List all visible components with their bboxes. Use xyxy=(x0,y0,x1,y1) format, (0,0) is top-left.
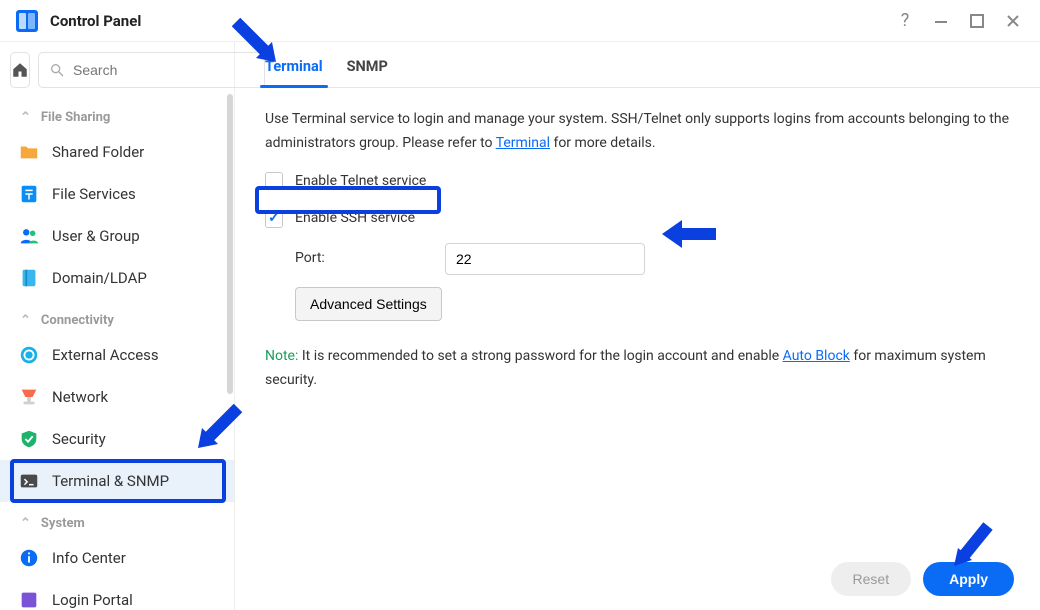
description-text: Use Terminal service to login and manage… xyxy=(265,108,1010,156)
sidebar-item-user-group[interactable]: User & Group xyxy=(0,215,234,257)
chevron-up-icon: ⌃ xyxy=(20,516,31,531)
close-button[interactable] xyxy=(1000,8,1026,34)
tabs: Terminal SNMP xyxy=(235,42,1040,88)
scrollbar-thumb[interactable] xyxy=(227,94,233,394)
group-header-system[interactable]: ⌃ System xyxy=(0,502,234,537)
sidebar-item-label: Login Portal xyxy=(52,591,133,609)
folder-icon xyxy=(16,139,42,165)
sidebar-item-label: Security xyxy=(52,430,106,448)
ssh-checkbox-row: Enable SSH service xyxy=(265,207,1010,231)
main-panel: Terminal SNMP Use Terminal service to lo… xyxy=(235,42,1040,610)
sidebar-item-file-services[interactable]: File Services xyxy=(0,173,234,215)
info-icon xyxy=(16,545,42,571)
sidebar-item-network[interactable]: Network xyxy=(0,376,234,418)
help-button[interactable]: ? xyxy=(892,8,918,34)
sidebar-item-label: External Access xyxy=(52,346,159,364)
chevron-up-icon: ⌃ xyxy=(20,313,31,328)
sidebar-item-label: File Services xyxy=(52,185,136,203)
sidebar-item-shared-folder[interactable]: Shared Folder xyxy=(0,131,234,173)
enable-telnet-label: Enable Telnet service xyxy=(295,170,426,194)
sidebar-item-label: Info Center xyxy=(52,549,126,567)
tab-snmp[interactable]: SNMP xyxy=(347,58,388,87)
sidebar-item-external-access[interactable]: External Access xyxy=(0,334,234,376)
footer-buttons: Reset Apply xyxy=(831,562,1014,596)
app-icon xyxy=(14,8,40,34)
tab-terminal[interactable]: Terminal xyxy=(265,58,323,87)
port-row: Port: xyxy=(295,243,1010,275)
sidebar-item-label: Terminal & SNMP xyxy=(52,472,169,490)
maximize-button[interactable] xyxy=(964,8,990,34)
sidebar-item-label: User & Group xyxy=(52,227,140,245)
port-label: Port: xyxy=(295,247,445,271)
window-title: Control Panel xyxy=(50,12,141,30)
sidebar-item-terminal-snmp[interactable]: Terminal & SNMP xyxy=(0,460,234,502)
home-button[interactable] xyxy=(10,52,30,88)
auto-block-link[interactable]: Auto Block xyxy=(783,348,850,364)
minimize-button[interactable] xyxy=(928,8,954,34)
search-input[interactable] xyxy=(73,62,254,78)
users-icon xyxy=(16,223,42,249)
chevron-up-icon: ⌃ xyxy=(20,110,31,125)
sidebar: ⌃ File Sharing Shared Folder File Servic… xyxy=(0,42,235,610)
group-header-connectivity[interactable]: ⌃ Connectivity xyxy=(0,299,234,334)
shield-icon xyxy=(16,426,42,452)
ssh-port-input[interactable] xyxy=(445,243,645,275)
sidebar-item-domain-ldap[interactable]: Domain/LDAP xyxy=(0,257,234,299)
sidebar-item-label: Network xyxy=(52,388,108,406)
sidebar-item-label: Shared Folder xyxy=(52,143,144,161)
content: Use Terminal service to login and manage… xyxy=(235,88,1040,610)
group-label: System xyxy=(41,516,85,531)
sidebar-scroll[interactable]: ⌃ File Sharing Shared Folder File Servic… xyxy=(0,96,234,610)
link-icon xyxy=(16,342,42,368)
titlebar: Control Panel ? xyxy=(0,0,1040,42)
file-services-icon xyxy=(16,181,42,207)
network-icon xyxy=(16,384,42,410)
note-label: Note: xyxy=(265,348,298,364)
portal-icon xyxy=(16,587,42,610)
telnet-checkbox-row: Enable Telnet service xyxy=(265,170,1010,194)
group-label: File Sharing xyxy=(41,110,110,125)
terminal-icon xyxy=(16,468,42,494)
book-icon xyxy=(16,265,42,291)
desc-part: for more details. xyxy=(550,135,656,151)
sidebar-item-info-center[interactable]: Info Center xyxy=(0,537,234,579)
search-icon xyxy=(49,62,65,78)
terminal-help-link[interactable]: Terminal xyxy=(496,135,550,151)
reset-button[interactable]: Reset xyxy=(831,562,912,596)
sidebar-item-security[interactable]: Security xyxy=(0,418,234,460)
apply-button[interactable]: Apply xyxy=(923,562,1014,596)
sidebar-item-login-portal[interactable]: Login Portal xyxy=(0,579,234,610)
home-icon xyxy=(11,61,29,79)
sidebar-item-label: Domain/LDAP xyxy=(52,269,147,287)
enable-ssh-checkbox[interactable] xyxy=(265,210,283,228)
note-text: Note: It is recommended to set a strong … xyxy=(265,345,1010,393)
advanced-settings-button[interactable]: Advanced Settings xyxy=(295,287,442,321)
group-header-file-sharing[interactable]: ⌃ File Sharing xyxy=(0,96,234,131)
enable-ssh-label: Enable SSH service xyxy=(295,207,415,231)
search-field[interactable] xyxy=(38,52,265,88)
group-label: Connectivity xyxy=(41,313,114,328)
enable-telnet-checkbox[interactable] xyxy=(265,172,283,190)
note-part: It is recommended to set a strong passwo… xyxy=(298,348,782,364)
